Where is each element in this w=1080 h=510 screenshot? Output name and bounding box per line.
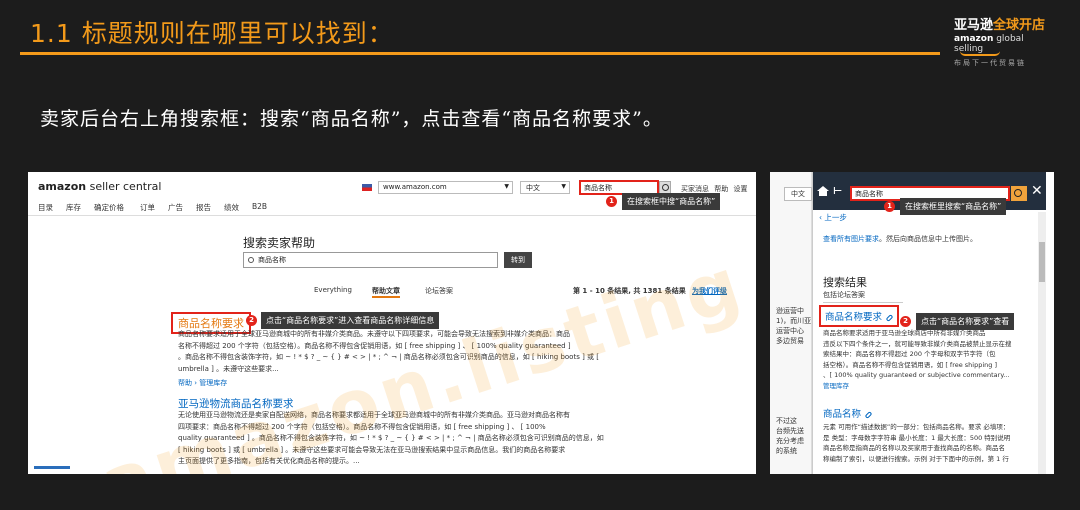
- result-title-link[interactable]: 商品名称要求: [819, 305, 900, 327]
- callout-click-hint: 点击“商品名称要求”查看: [916, 313, 1015, 330]
- brand-name-cn: 亚马逊: [954, 18, 994, 33]
- background-text: 逊运营中 1)，而川亚 运营中心 多边贸易: [776, 307, 812, 345]
- instruction-text: 卖家后台右上角搜索框：搜索“商品名称”，点击查看“商品名称要求”。: [40, 108, 663, 130]
- step-badge-2: 2: [900, 316, 911, 327]
- image-requirements-line: 查看所有图片要求。然后向商品信息中上传图片。: [823, 235, 977, 243]
- tab-help-articles[interactable]: 帮助文章: [372, 286, 400, 298]
- close-icon[interactable]: ✕: [1031, 183, 1043, 199]
- brand-amazon: amazon: [954, 34, 994, 44]
- background-text: 不过这 台频先送 充分考虑 的系统: [776, 417, 804, 455]
- nav-reports[interactable]: 报告: [196, 202, 211, 213]
- back-link[interactable]: ‹ 上一步: [819, 212, 847, 223]
- result-title-link[interactable]: 商品名称: [823, 406, 873, 420]
- marketplace-select[interactable]: www.amazon.com ▼: [378, 181, 513, 194]
- scrollbar[interactable]: [1038, 212, 1046, 474]
- seller-central-logo[interactable]: amazon seller central: [38, 180, 161, 193]
- chevron-down-icon: ▼: [561, 183, 566, 190]
- chevron-down-icon: ▼: [504, 183, 509, 190]
- callout-click-hint: 点击“商品名称要求”进入查看商品名称详细信息: [261, 312, 440, 329]
- search-results-title: 搜索结果: [823, 276, 867, 289]
- brand-slogan: 布局下一代贸易链: [954, 59, 1026, 67]
- brand-logo: 亚马逊全球开店 amazon global selling 布局下一代贸易链: [954, 14, 1046, 68]
- language-select[interactable]: 中文: [784, 187, 812, 201]
- help-panel-screenshot: 中文 逊运营中 1)，而川亚 运营中心 多边贸易 不过这 台频先送 充分考虑 的…: [770, 172, 1054, 474]
- title-divider: [20, 52, 940, 55]
- tab-forum-answers[interactable]: 论坛答案: [425, 286, 453, 296]
- step-badge-1: 1: [884, 201, 895, 212]
- tab-everything[interactable]: Everything: [314, 286, 352, 294]
- nav-advertising[interactable]: 广告: [168, 202, 183, 213]
- tab-forum-answers[interactable]: 包括论坛答案: [823, 290, 903, 303]
- buyer-messages-link[interactable]: 买家消息: [681, 185, 709, 193]
- home-icon[interactable]: [817, 186, 829, 196]
- nav-inventory[interactable]: 库存: [66, 202, 81, 213]
- help-search-input[interactable]: 商品名称: [243, 252, 498, 268]
- dock-icon[interactable]: ⊢: [833, 186, 842, 197]
- help-panel-content: ‹ 上一步 查看所有图片要求。然后向商品信息中上传图片。 搜索结果 包括论坛答案…: [813, 210, 1039, 474]
- slide-title: 1.1 标题规则在哪里可以找到：: [30, 19, 394, 48]
- brand-name-cn-accent: 全球开店: [993, 18, 1046, 33]
- seller-central-screenshot: amazon seller central www.amazon.com ▼ 中文…: [28, 172, 756, 474]
- scroll-indicator: [34, 466, 70, 469]
- result-snippet: 无论使用亚马逊物流还是卖家自配送网络，商品名称要求都适用于全球亚马逊商城中的所有…: [178, 411, 604, 465]
- image-requirements-link[interactable]: 查看所有图片要求: [823, 235, 879, 243]
- result-snippet: 商品名称要求适用于亚马逊全球商店中所有非媒介类商品 违反以下四个条件之一，就可能…: [823, 329, 1012, 390]
- settings-link[interactable]: 设置: [733, 185, 747, 193]
- link-icon: [885, 313, 894, 322]
- result-breadcrumb[interactable]: 帮助 › 管理库存: [178, 378, 227, 388]
- result-snippet: 元素 可用作“描述数据”的一部分：包括商品名称。要求 必填项： 是 类型：字母数…: [823, 423, 1011, 463]
- result-title-link[interactable]: 亚马逊物流商品名称要求: [178, 396, 294, 411]
- help-search-title: 搜索卖家帮助: [243, 236, 316, 250]
- step-badge-1: 1: [606, 196, 617, 207]
- nav-pricing[interactable]: 确定价格: [94, 202, 124, 213]
- nav-catalog[interactable]: 目录: [38, 202, 53, 213]
- callout-search-hint: 在搜索框中搜“商品名称”: [622, 193, 721, 210]
- nav-performance[interactable]: 绩效: [224, 202, 239, 213]
- result-snippet: 商品名称要求适用于全球亚马逊商城中的所有非媒介类商品。未遵守以下四项要求，可能会…: [178, 330, 599, 373]
- results-count: 第 1 - 10 条结果, 共 1381 条结果: [573, 287, 686, 295]
- step-badge-2: 2: [246, 315, 257, 326]
- language-select[interactable]: 中文 ▼: [520, 181, 570, 194]
- search-icon[interactable]: [1011, 186, 1027, 201]
- background-page: 中文 逊运营中 1)，而川亚 运营中心 多边贸易 不过这 台频先送 充分考虑 的…: [770, 172, 812, 474]
- rate-us-link[interactable]: 为我们评级: [692, 286, 727, 296]
- link-icon: [864, 410, 873, 419]
- help-link[interactable]: 帮助: [714, 185, 728, 193]
- nav-orders[interactable]: 订单: [140, 202, 155, 213]
- nav-b2b[interactable]: B2B: [252, 202, 267, 211]
- help-search-go-button[interactable]: 转到: [504, 252, 532, 268]
- us-flag-icon: [362, 184, 372, 191]
- callout-search-hint: 在搜索框里搜索“商品名称”: [900, 198, 1007, 215]
